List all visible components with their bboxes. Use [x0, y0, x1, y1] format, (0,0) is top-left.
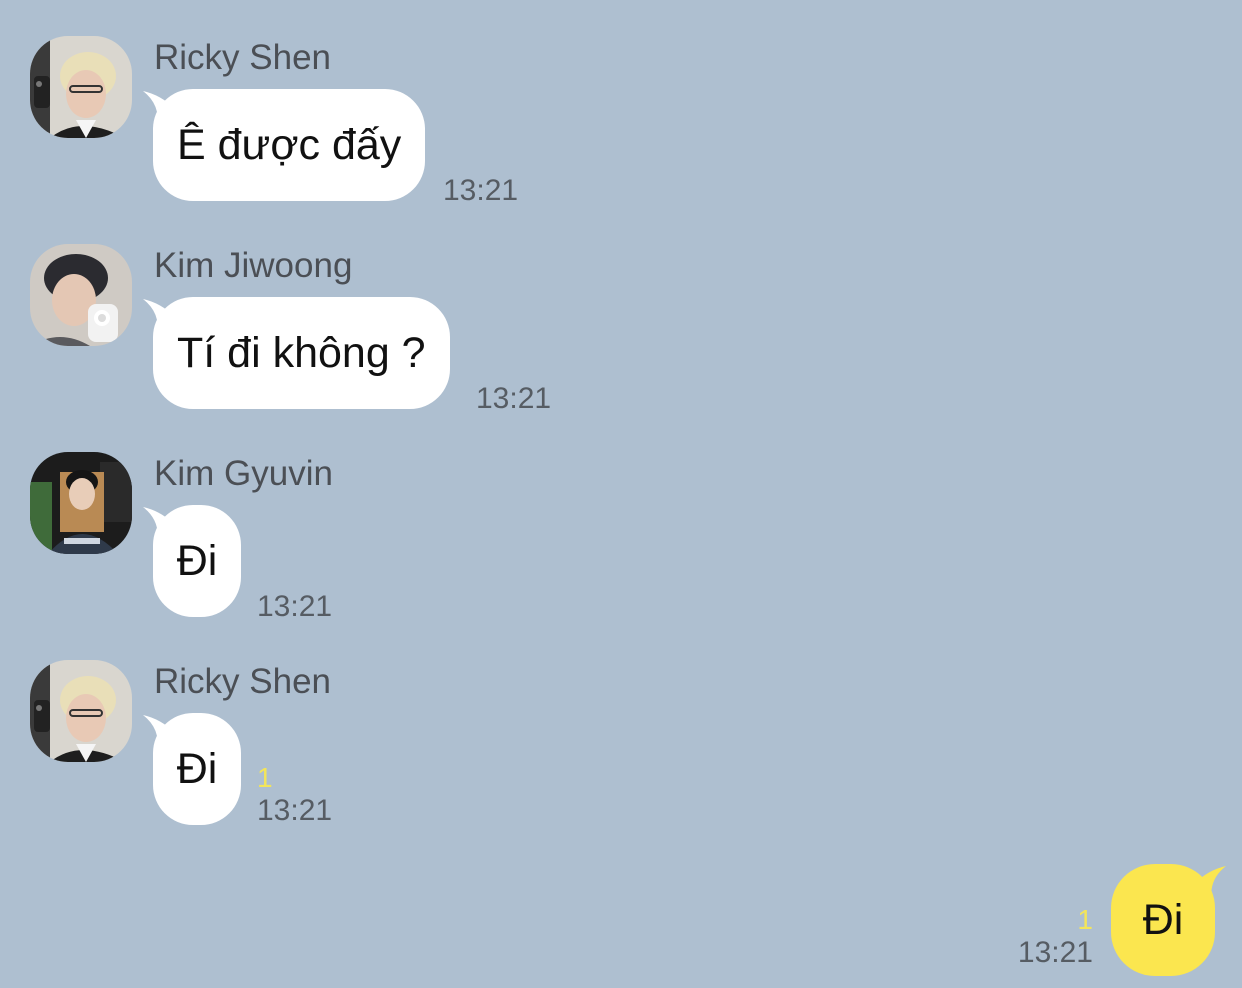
message-time: 13:21 [443, 174, 519, 207]
unread-count: 1 [257, 762, 273, 793]
message-meta: 13:21 [257, 590, 332, 624]
chat-area[interactable]: Ricky Shen Ê được đấy 13:21 Kim Jiwoong … [0, 0, 1242, 988]
message-bubble[interactable]: Ê được đấy [153, 89, 426, 201]
message-bubble[interactable]: Đi [153, 713, 241, 825]
avatar-ricky-shen[interactable] [30, 660, 132, 762]
avatar-kim-gyuvin[interactable] [30, 452, 132, 554]
message-bubble[interactable]: Đi [153, 505, 241, 617]
message-time: 13:21 [476, 382, 552, 415]
avatar-photo-icon [30, 36, 132, 138]
my-message-bubble[interactable]: Đi [1111, 864, 1215, 976]
message-meta: 1 13:21 [257, 762, 332, 828]
sender-name: Kim Gyuvin [154, 454, 333, 493]
sender-name: Kim Jiwoong [154, 246, 353, 285]
avatar-ricky-shen[interactable] [30, 36, 132, 138]
avatar-kim-jiwoong[interactable] [30, 244, 132, 346]
avatar-photo-icon [30, 452, 132, 554]
avatar-photo-icon [30, 660, 132, 762]
avatar-photo-icon [30, 244, 132, 346]
message-time: 13:21 [257, 794, 333, 827]
message-time: 13:21 [257, 590, 333, 623]
my-message-meta: 1 13:21 [1017, 904, 1093, 970]
message-bubble[interactable]: Tí đi không ? [153, 297, 450, 409]
unread-count: 1 [1077, 904, 1093, 935]
message-meta: 13:21 [476, 382, 551, 416]
message-meta: 13:21 [443, 174, 518, 208]
sender-name: Ricky Shen [154, 38, 332, 77]
sender-name: Ricky Shen [154, 662, 332, 701]
message-time: 13:21 [1017, 936, 1093, 969]
